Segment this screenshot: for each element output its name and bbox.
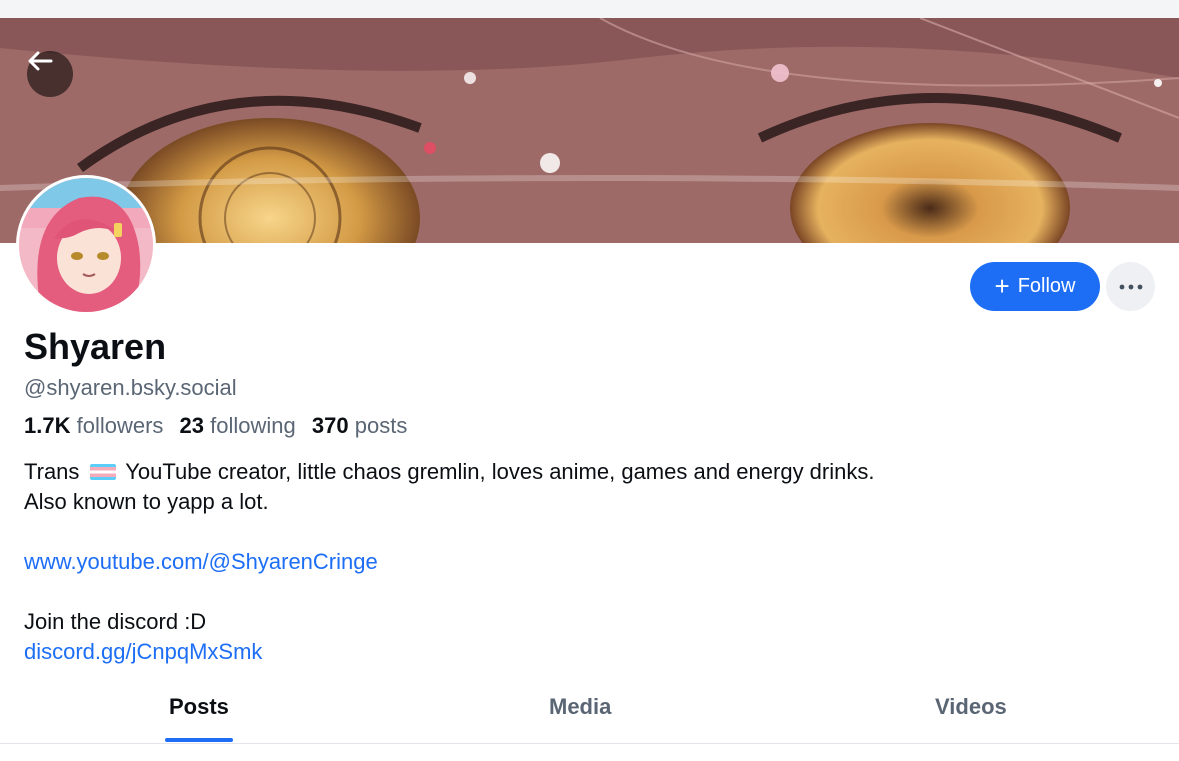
ellipsis-icon [1119,284,1142,289]
following-label: following [210,413,296,438]
bio-spacer [24,517,874,547]
trans-flag-icon [89,464,116,480]
follow-button-label: Follow [1017,275,1076,297]
bio-line-1-suffix: YouTube creator, little chaos gremlin, l… [125,459,875,484]
active-tab-indicator [165,738,233,742]
followers-count: 1.7K [24,413,71,438]
banner-artwork [0,18,1179,243]
profile-banner[interactable] [0,18,1179,243]
youtube-link[interactable]: www.youtube.com/@ShyarenCringe [24,549,378,574]
profile-bio: Trans YouTube creator, little chaos grem… [24,457,874,667]
tab-media[interactable]: Media [549,694,611,720]
bio-youtube-line: www.youtube.com/@ShyarenCringe [24,547,874,577]
posts-count: 370 [311,413,349,438]
profile-stats: 1.7K followers 23 following 370 posts [24,413,407,439]
back-button[interactable] [27,51,73,97]
bio-line-2: Also known to yapp a lot. [24,489,269,514]
posts-stat: 370 posts [312,413,407,438]
follow-button[interactable]: + Follow [970,262,1100,311]
profile-tabs: Posts Media Videos [0,680,1179,744]
avatar-image [19,178,153,312]
arrow-left-icon [28,51,53,71]
avatar[interactable] [16,175,156,315]
followers-label: followers [76,413,164,438]
posts-label: posts [354,413,408,438]
following-count: 23 [179,413,205,438]
bio-discord-line: discord.gg/jCnpqMxSmk [24,637,874,667]
bio-line-1: Trans YouTube creator, little chaos grem… [24,457,874,487]
bio-discord-text: Join the discord :D [24,609,207,634]
bio-line-1-prefix: Trans [24,459,80,484]
display-name: Shyaren [24,326,167,367]
tab-posts[interactable]: Posts [169,694,229,720]
more-options-button[interactable] [1106,262,1155,311]
plus-icon: + [994,270,1010,301]
bio-spacer-2 [24,577,874,607]
followers-stat[interactable]: 1.7K followers [24,413,163,438]
tab-videos[interactable]: Videos [935,694,1007,720]
discord-link[interactable]: discord.gg/jCnpqMxSmk [24,639,262,664]
top-strip [0,0,1179,18]
following-stat[interactable]: 23 following [180,413,296,438]
profile-handle[interactable]: @shyaren.bsky.social [24,375,237,401]
